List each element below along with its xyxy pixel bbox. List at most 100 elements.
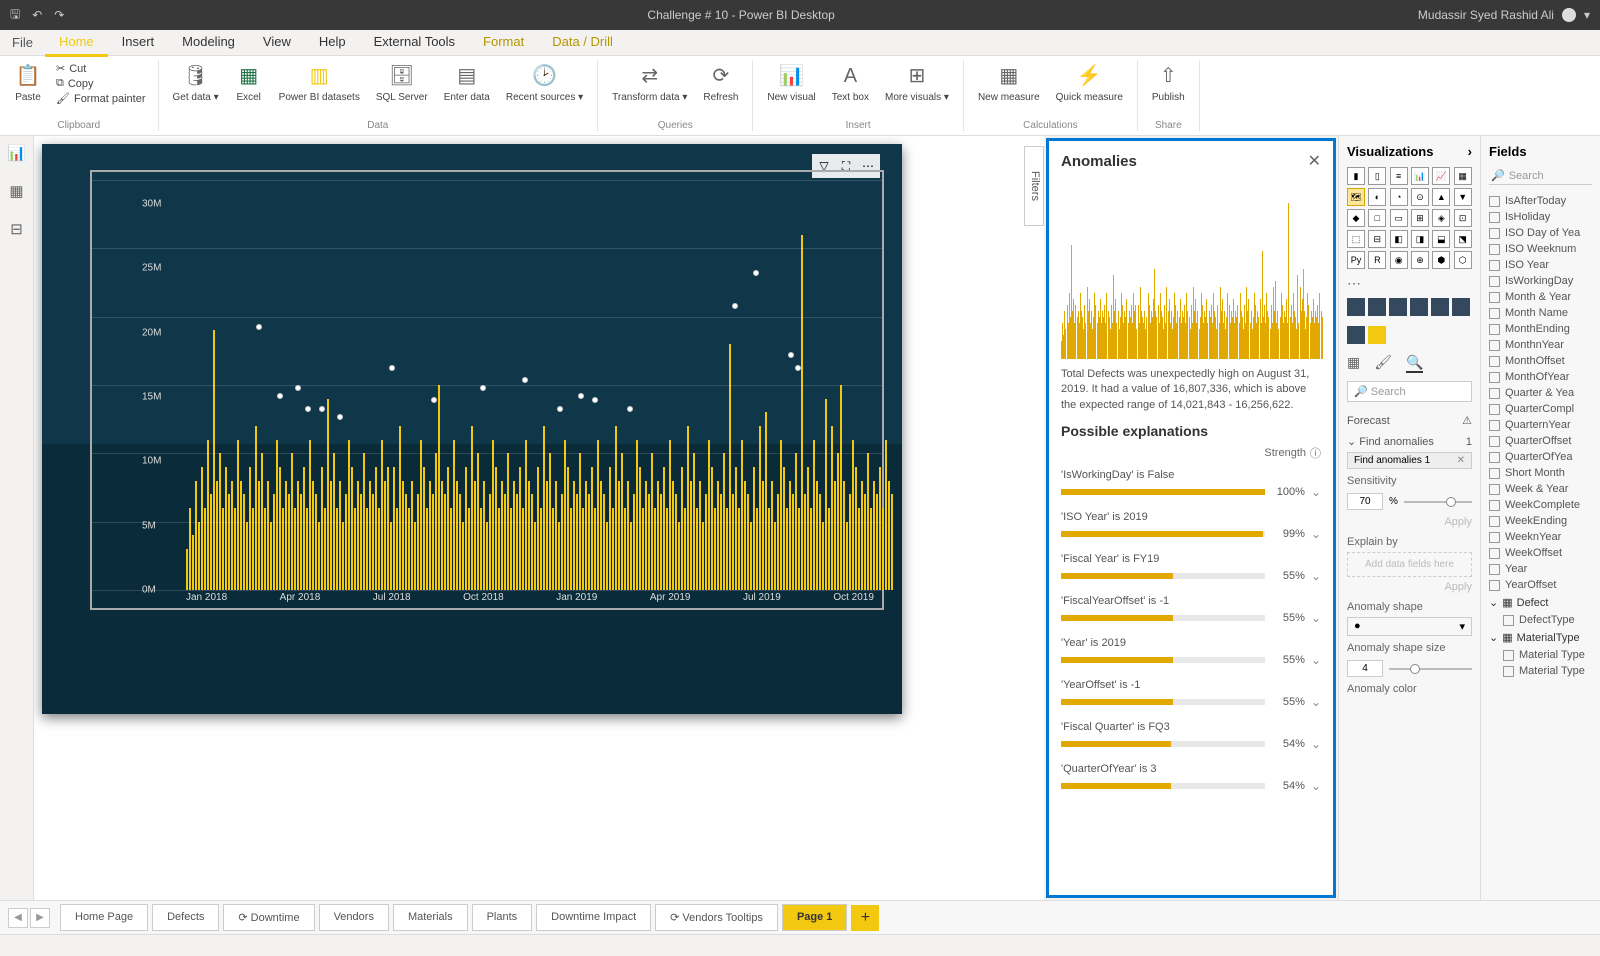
viz-type-icon[interactable]: ⊡ — [1454, 209, 1472, 227]
transform-data-button[interactable]: ⇄Transform data ▾ — [606, 60, 693, 105]
field-well[interactable] — [1431, 298, 1449, 316]
field-item[interactable]: ISO Year — [1489, 257, 1592, 273]
field-item[interactable]: Material Type — [1489, 647, 1592, 663]
field-well[interactable] — [1347, 298, 1365, 316]
field-item[interactable]: DefectType — [1489, 612, 1592, 628]
checkbox[interactable] — [1489, 532, 1500, 543]
format-well-icon[interactable]: 🖌 — [1374, 354, 1392, 373]
field-well[interactable] — [1410, 298, 1428, 316]
explanation-item[interactable]: 'ISO Year' is 201999%⌄ — [1061, 511, 1321, 541]
checkbox[interactable] — [1489, 340, 1500, 351]
page-tab[interactable]: Materials — [393, 904, 468, 931]
data-view-icon[interactable]: ▦ — [7, 182, 27, 202]
text-box-button[interactable]: AText box — [826, 60, 875, 105]
checkbox[interactable] — [1489, 548, 1500, 559]
field-item[interactable]: MonthOfYear — [1489, 369, 1592, 385]
chevron-down-icon[interactable]: ⌄ — [1311, 485, 1321, 499]
field-item[interactable]: YearOffset — [1489, 577, 1592, 593]
field-item[interactable]: QuarterOffset — [1489, 433, 1592, 449]
field-item[interactable]: MonthOffset — [1489, 353, 1592, 369]
report-view-icon[interactable]: 📊 — [7, 144, 27, 164]
viz-type-icon[interactable]: Py — [1347, 251, 1365, 269]
field-well[interactable] — [1347, 326, 1365, 344]
field-item[interactable]: IsAfterToday — [1489, 193, 1592, 209]
anomalies-chip[interactable]: Find anomalies 1✕ — [1347, 452, 1472, 469]
enter-data-button[interactable]: ▤Enter data — [438, 60, 496, 105]
paste-button[interactable]: 📋Paste — [8, 60, 48, 105]
viz-type-icon[interactable]: R — [1368, 251, 1386, 269]
checkbox[interactable] — [1489, 324, 1500, 335]
viz-type-icon[interactable]: ▭ — [1390, 209, 1408, 227]
menu-tab-modeling[interactable]: Modeling — [168, 29, 249, 57]
viz-type-icon[interactable]: ▼ — [1454, 188, 1472, 206]
find-anomalies-section[interactable]: ⌄ Find anomalies1 — [1347, 431, 1472, 452]
more-visuals-button[interactable]: ⊞More visuals ▾ — [879, 60, 955, 105]
field-item[interactable]: Short Month — [1489, 465, 1592, 481]
checkbox[interactable] — [1489, 516, 1500, 527]
field-table[interactable]: ⌄▦Defect — [1489, 593, 1592, 612]
fields-search[interactable]: 🔎Search — [1489, 167, 1592, 185]
get-data-button[interactable]: 🛢Get data ▾ — [167, 60, 225, 105]
format-painter-button[interactable]: 🖌Format painter — [56, 92, 146, 105]
viz-type-icon[interactable]: ▲ — [1432, 188, 1450, 206]
menu-tab-data-drill[interactable]: Data / Drill — [538, 29, 627, 57]
chevron-down-icon[interactable]: ▾ — [1584, 8, 1590, 22]
chevron-down-icon[interactable]: ⌄ — [1311, 779, 1321, 793]
chevron-down-icon[interactable]: ⌄ — [1311, 653, 1321, 667]
checkbox[interactable] — [1489, 228, 1500, 239]
viz-type-icon[interactable]: ◧ — [1390, 230, 1408, 248]
page-tab[interactable]: Page 1 — [782, 904, 847, 931]
page-tab[interactable]: Plants — [472, 904, 533, 931]
viz-type-icon[interactable]: ⬔ — [1454, 230, 1472, 248]
pbi-datasets-button[interactable]: ▥Power BI datasets — [273, 60, 366, 105]
recent-sources-button[interactable]: 🕑Recent sources ▾ — [500, 60, 589, 105]
chart-visual[interactable]: ▽ ⛶ ⋯ 30M25M20M15M10M5M0M Jan 2018Apr 20… — [42, 144, 902, 714]
checkbox[interactable] — [1489, 564, 1500, 575]
checkbox[interactable] — [1489, 356, 1500, 367]
shape-select[interactable]: ●▾ — [1347, 617, 1472, 636]
menu-tab-view[interactable]: View — [249, 29, 305, 57]
field-item[interactable]: QuarterCompl — [1489, 401, 1592, 417]
field-item[interactable]: Week & Year — [1489, 481, 1592, 497]
expand-icon[interactable]: › — [1468, 144, 1472, 159]
redo-icon[interactable]: ↷ — [54, 8, 64, 22]
explanation-item[interactable]: 'Fiscal Year' is FY1955%⌄ — [1061, 553, 1321, 583]
explanation-item[interactable]: 'Year' is 201955%⌄ — [1061, 637, 1321, 667]
sensitivity-slider[interactable] — [1404, 501, 1472, 503]
field-item[interactable]: IsWorkingDay — [1489, 273, 1592, 289]
viz-type-icon[interactable]: ◔ — [1390, 188, 1408, 206]
sensitivity-input[interactable] — [1347, 493, 1383, 510]
explanation-item[interactable]: 'YearOffset' is -155%⌄ — [1061, 679, 1321, 709]
viz-type-icon[interactable]: ⊕ — [1411, 251, 1429, 269]
page-tab[interactable]: Defects — [152, 904, 219, 931]
more-viz-icon[interactable]: ⋯ — [1347, 275, 1472, 292]
field-item[interactable]: Month Name — [1489, 305, 1592, 321]
field-item[interactable]: WeekOffset — [1489, 545, 1592, 561]
publish-button[interactable]: ⇧Publish — [1146, 60, 1191, 105]
menu-tab-help[interactable]: Help — [305, 29, 360, 57]
add-page-button[interactable]: + — [851, 905, 879, 931]
checkbox[interactable] — [1489, 436, 1500, 447]
refresh-button[interactable]: ⟳Refresh — [697, 60, 744, 105]
menu-tab-home[interactable]: Home — [45, 29, 108, 57]
viz-type-icon[interactable]: ⬚ — [1347, 230, 1365, 248]
viz-type-icon[interactable]: ⊞ — [1411, 209, 1429, 227]
menu-tab-format[interactable]: Format — [469, 29, 538, 57]
page-tab[interactable]: Home Page — [60, 904, 148, 931]
explanation-item[interactable]: 'QuarterOfYear' is 354%⌄ — [1061, 763, 1321, 793]
explain-by-drop[interactable]: Add data fields here — [1347, 552, 1472, 577]
checkbox[interactable] — [1489, 580, 1500, 591]
field-item[interactable]: Year — [1489, 561, 1592, 577]
viz-type-icon[interactable]: □ — [1368, 209, 1386, 227]
viz-type-icon[interactable]: ◉ — [1390, 251, 1408, 269]
checkbox[interactable] — [1489, 404, 1500, 415]
field-item[interactable]: Material Type — [1489, 663, 1592, 679]
save-icon[interactable]: 🖫 — [10, 5, 20, 26]
explanation-item[interactable]: 'IsWorkingDay' is False100%⌄ — [1061, 469, 1321, 499]
page-tab[interactable]: Vendors — [319, 904, 389, 931]
checkbox[interactable] — [1489, 308, 1500, 319]
field-item[interactable]: ISO Weeknum — [1489, 241, 1592, 257]
field-item[interactable]: Quarter & Yea — [1489, 385, 1592, 401]
chevron-down-icon[interactable]: ⌄ — [1311, 695, 1321, 709]
chevron-down-icon[interactable]: ⌄ — [1311, 611, 1321, 625]
